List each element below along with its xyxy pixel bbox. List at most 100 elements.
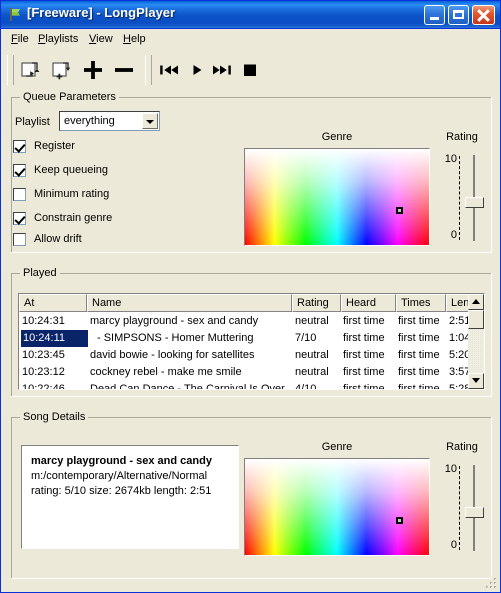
cell-name: - SIMPSONS - Homer Muttering (97, 332, 254, 344)
maximize-button[interactable] (448, 5, 469, 25)
genre-picker-song: Genre (244, 441, 430, 556)
plus-icon[interactable] (79, 56, 107, 84)
rating-max-label: 10 (444, 463, 457, 475)
toolbar (5, 51, 260, 89)
minimize-button[interactable] (424, 5, 445, 25)
played-table[interactable]: At Name Rating Heard Times Length 10:24:… (18, 293, 485, 390)
vertical-scrollbar[interactable] (468, 294, 484, 389)
close-button[interactable] (472, 5, 495, 25)
cell-at: 10:24:31 (22, 315, 65, 327)
application-window: [Freeware] - LongPlayer File Playlists V… (0, 0, 501, 593)
cell-times: first time (398, 349, 440, 361)
column-header-name[interactable]: Name (87, 294, 292, 312)
cell-rating: neutral (295, 366, 329, 378)
queue-parameters-title: Queue Parameters (20, 91, 119, 103)
cell-rating: neutral (295, 315, 329, 327)
cell-heard: first time (343, 383, 385, 390)
genre-gradient (245, 459, 429, 555)
cell-heard: first time (343, 315, 385, 327)
table-row[interactable]: 10:22:46 Dead Can Dance - The Carnival I… (19, 381, 484, 390)
toolbar-grip[interactable] (7, 55, 14, 85)
scroll-up-icon[interactable] (468, 294, 484, 310)
scroll-down-icon[interactable] (468, 373, 484, 389)
cell-rating: 4/10 (295, 383, 317, 390)
cell-at: 10:23:45 (22, 349, 65, 361)
checkbox-box[interactable] (13, 140, 26, 153)
cell-at: 10:23:12 (22, 366, 65, 378)
cell-at: 10:22:46 (22, 383, 65, 390)
cell-times: first time (398, 315, 440, 327)
song-title: marcy playground - sex and candy (31, 455, 212, 467)
flag-icon (10, 8, 20, 21)
cell-heard: first time (343, 349, 385, 361)
checkbox-label: Minimum rating (34, 188, 110, 200)
genre-gradient (245, 149, 429, 245)
table-row[interactable]: 10:24:31 marcy playground - sex and cand… (19, 313, 484, 330)
add-to-queue-icon[interactable] (48, 56, 76, 84)
column-header-rating[interactable]: Rating (292, 294, 341, 312)
play-icon[interactable] (183, 56, 211, 84)
checkbox-box[interactable] (13, 188, 26, 201)
rating-min-label: 0 (450, 539, 457, 551)
column-header-at[interactable]: At (19, 294, 87, 312)
title-bar: [Freeware] - LongPlayer (1, 1, 500, 29)
playlist-label: Playlist (15, 116, 50, 128)
minus-icon[interactable] (110, 56, 138, 84)
rating-thumb[interactable] (465, 197, 484, 209)
table-row[interactable]: 10:23:12 cockney rebel - make me smile n… (19, 364, 484, 381)
checkbox-label: Register (34, 140, 75, 152)
checkbox-box[interactable] (13, 212, 26, 225)
checkbox-box[interactable] (13, 233, 26, 246)
toolbar-grip-2[interactable] (145, 55, 152, 85)
rating-slider-song: Rating 10 0 (433, 441, 491, 556)
menu-item-file[interactable]: File (7, 32, 33, 46)
cell-heard: first time (343, 332, 385, 344)
genre-label: Genre (321, 441, 353, 453)
rating-min-label: 0 (450, 229, 457, 241)
column-header-heard[interactable]: Heard (341, 294, 396, 312)
cell-name: cockney rebel - make me smile (90, 366, 242, 378)
previous-icon[interactable] (155, 56, 183, 84)
cell-name: marcy playground - sex and candy (90, 315, 259, 327)
cell-times: first time (398, 332, 440, 344)
rating-thumb[interactable] (465, 507, 484, 519)
cell-times: first time (398, 366, 440, 378)
cell-rating: neutral (295, 349, 329, 361)
menu-item-help[interactable]: Help (119, 32, 150, 46)
cell-times: first time (398, 383, 440, 390)
rating-max-label: 10 (444, 153, 457, 165)
table-header: At Name Rating Heard Times Length (19, 294, 484, 312)
checkbox-label: Constrain genre (34, 212, 113, 224)
window-title: [Freeware] - LongPlayer (27, 5, 176, 20)
genre-marker[interactable] (396, 516, 404, 524)
genre-color-field[interactable] (244, 458, 430, 556)
playlist-dropdown[interactable]: everything (59, 111, 160, 131)
checkbox-label: Keep queueing (34, 164, 109, 176)
chevron-down-icon[interactable] (142, 113, 158, 129)
played-title: Played (20, 267, 60, 279)
song-metadata: rating: 5/10 size: 2674kb length: 2:51 (31, 485, 212, 497)
menu-item-playlists[interactable]: Playlists (34, 32, 82, 46)
cell-name: david bowie - looking for satellites (90, 349, 255, 361)
playlist-value: everything (64, 115, 115, 127)
song-path: m:/contemporary/Alternative/Normal (31, 470, 208, 482)
column-header-times[interactable]: Times (396, 294, 446, 312)
resize-grip[interactable] (484, 576, 498, 590)
scrollbar-thumb[interactable] (468, 310, 484, 329)
genre-marker[interactable] (396, 206, 404, 214)
song-details-title: Song Details (20, 411, 89, 423)
cell-rating: 7/10 (295, 332, 317, 344)
genre-label: Genre (321, 131, 353, 143)
table-row[interactable]: 10:24:11 - SIMPSONS - Homer Muttering 7/… (19, 330, 484, 347)
cell-name: Dead Can Dance - The Carnival Is Over (90, 383, 285, 390)
checkbox-box[interactable] (13, 164, 26, 177)
next-icon[interactable] (208, 56, 236, 84)
song-details-panel: marcy playground - sex and candy m:/cont… (21, 445, 239, 549)
cell-at: 10:24:11 (21, 330, 88, 347)
menu-bar: File Playlists View Help (1, 29, 500, 49)
menu-item-view[interactable]: View (85, 32, 117, 46)
genre-color-field[interactable] (244, 148, 430, 246)
stop-icon[interactable] (236, 56, 264, 84)
queue-song-icon[interactable] (17, 56, 45, 84)
table-row[interactable]: 10:23:45 david bowie - looking for satel… (19, 347, 484, 364)
